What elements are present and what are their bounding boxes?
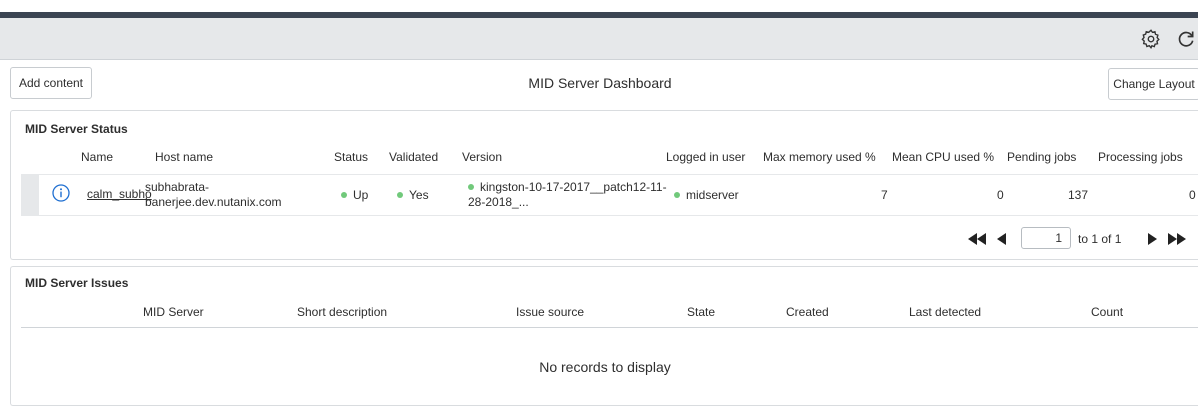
dashboard-title: MID Server Dashboard [528, 75, 672, 91]
column-header-mid-server[interactable]: MID Server [143, 305, 204, 319]
first-page-icon[interactable] [966, 232, 988, 248]
top-strip [0, 0, 1198, 12]
column-header-name[interactable]: Name [81, 150, 113, 164]
table-row[interactable]: calm_subho subhabrata- banerjee.dev.nuta… [21, 174, 1198, 216]
column-header-version[interactable]: Version [462, 150, 502, 164]
column-header-state[interactable]: State [687, 305, 715, 319]
max-memory-cell: 7 [881, 188, 888, 202]
pending-jobs-cell: 137 [1068, 188, 1089, 202]
validated-cell: Yes [397, 188, 429, 202]
page-number-input[interactable] [1021, 227, 1071, 249]
mid-server-issues-panel: MID Server Issues MID Server Short descr… [10, 266, 1198, 406]
column-header-pending-jobs[interactable]: Pending jobs [1007, 150, 1076, 164]
last-page-icon[interactable] [1166, 232, 1188, 248]
gear-icon[interactable] [1140, 28, 1162, 50]
header-divider [21, 327, 1198, 328]
column-header-host-name[interactable]: Host name [155, 150, 213, 164]
page-count-text: to 1 of 1 [1078, 232, 1122, 246]
next-page-icon[interactable] [1146, 232, 1158, 248]
status-dot [674, 191, 680, 198]
column-header-processing-jobs[interactable]: Processing jobs [1098, 150, 1183, 164]
status-cell: Up [341, 188, 368, 202]
panel-title: MID Server Issues [25, 276, 129, 290]
version-cell: kingston-10-17-2017__patch12-11- 28-2018… [468, 180, 667, 209]
panel-title: MID Server Status [25, 122, 128, 136]
column-header-status[interactable]: Status [334, 150, 368, 164]
mid-server-name-link[interactable]: calm_subho [87, 187, 152, 201]
mean-cpu-cell: 0 [997, 188, 1004, 202]
column-header-last-detected[interactable]: Last detected [909, 305, 981, 319]
host-name-cell: subhabrata- banerjee.dev.nutanix.com [145, 180, 282, 209]
column-header-logged-in-user[interactable]: Logged in user [666, 150, 745, 164]
column-header-created[interactable]: Created [786, 305, 829, 319]
previous-page-icon[interactable] [996, 232, 1008, 248]
info-icon[interactable] [52, 184, 70, 202]
refresh-icon[interactable] [1176, 28, 1196, 50]
column-header-count[interactable]: Count [1091, 305, 1123, 319]
dashboard-toolbar [0, 18, 1198, 60]
change-layout-button[interactable]: Change Layout [1108, 68, 1198, 100]
logged-in-user-cell: midserver [674, 188, 739, 202]
mid-server-status-panel: MID Server Status Name Host name Status … [10, 110, 1198, 260]
status-dot [468, 183, 474, 190]
column-header-validated[interactable]: Validated [389, 150, 438, 164]
status-dot [397, 191, 403, 198]
column-header-max-memory[interactable]: Max memory used % [763, 150, 876, 164]
column-header-mean-cpu[interactable]: Mean CPU used % [892, 150, 994, 164]
row-selector[interactable] [21, 175, 39, 215]
add-content-button[interactable]: Add content [10, 67, 92, 99]
column-header-issue-source[interactable]: Issue source [516, 305, 584, 319]
empty-state-message: No records to display [539, 359, 671, 375]
column-header-short-description[interactable]: Short description [297, 305, 387, 319]
processing-jobs-cell: 0 [1189, 188, 1196, 202]
status-dot [341, 191, 347, 198]
